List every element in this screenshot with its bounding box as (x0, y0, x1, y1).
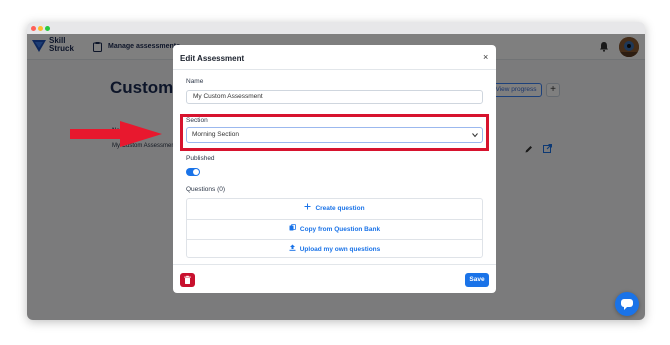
plus-icon (304, 199, 311, 219)
section-select[interactable]: Morning Section (186, 127, 483, 143)
chevron-down-icon (472, 133, 478, 138)
modal-title: Edit Assessment (180, 54, 245, 63)
delete-button[interactable] (180, 273, 195, 287)
section-select-value: Morning Section (192, 131, 239, 138)
chat-bubble-icon (621, 299, 633, 310)
close-window-dot[interactable] (31, 26, 36, 31)
name-label: Name (186, 78, 204, 85)
section-label: Section (186, 117, 208, 124)
upload-questions-button[interactable]: Upload my own questions (187, 239, 482, 259)
minimize-window-dot[interactable] (38, 26, 43, 31)
published-label: Published (186, 155, 215, 162)
upload-questions-label: Upload my own questions (299, 246, 381, 253)
trash-icon (184, 275, 191, 284)
chat-support-button[interactable] (615, 292, 639, 316)
copy-from-bank-button[interactable]: Copy from Question Bank (187, 219, 482, 239)
published-toggle[interactable] (186, 168, 200, 176)
modal-footer: Save (173, 264, 496, 293)
save-button[interactable]: Save (465, 273, 489, 287)
close-icon[interactable]: × (483, 52, 488, 62)
create-question-button[interactable]: Create question (187, 199, 482, 219)
create-question-label: Create question (315, 205, 365, 212)
browser-window: Skill Struck Manage assessments Custom V… (27, 22, 645, 320)
upload-icon (289, 240, 296, 260)
edit-assessment-modal: Edit Assessment × Name My Custom Assessm… (173, 45, 496, 293)
questions-label: Questions (0) (186, 186, 226, 193)
toggle-knob (193, 169, 199, 175)
red-arrow-annotation (70, 121, 162, 147)
modal-header: Edit Assessment × (173, 45, 496, 70)
name-field[interactable]: My Custom Assessment (186, 90, 483, 104)
window-titlebar (27, 22, 645, 34)
question-actions: Create question Copy from Question Bank … (186, 198, 483, 258)
maximize-window-dot[interactable] (45, 26, 50, 31)
copy-icon (289, 220, 296, 240)
copy-from-bank-label: Copy from Question Bank (299, 226, 381, 233)
